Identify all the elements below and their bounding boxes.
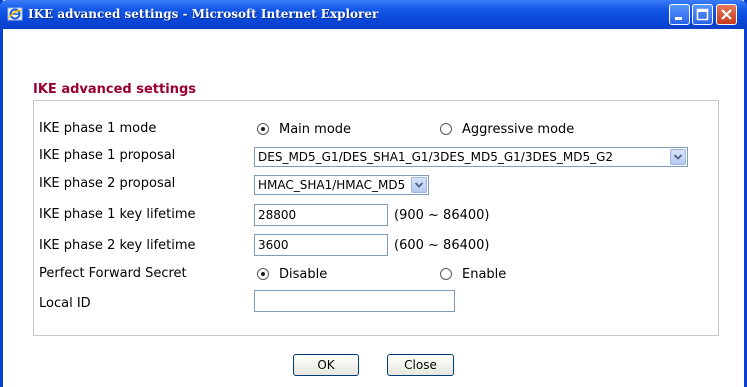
ie-icon [7, 6, 23, 22]
phase1-proposal-select[interactable]: DES_MD5_G1/DES_SHA1_G1/3DES_MD5_G1/3DES_… [254, 147, 688, 167]
aggressive-mode-radio[interactable] [440, 123, 452, 135]
phase2-lifetime-input[interactable]: 3600 [254, 234, 388, 256]
phase1-lifetime-hint: (900 ~ 86400) [394, 208, 490, 223]
phase1-lifetime-input[interactable]: 28800 [254, 204, 388, 226]
phase1-proposal-value: DES_MD5_G1/DES_SHA1_G1/3DES_MD5_G1/3DES_… [258, 150, 614, 164]
maximize-button[interactable] [692, 4, 713, 25]
phase2-proposal-value: HMAC_SHA1/HMAC_MD5 [258, 178, 406, 192]
dialog-window: IKE advanced settings - Microsoft Intern… [0, 0, 747, 387]
pfs-label: Perfect Forward Secret [39, 266, 187, 281]
phase1-lifetime-label: IKE phase 1 key lifetime [39, 207, 196, 222]
ok-button[interactable]: OK [293, 354, 359, 376]
phase2-proposal-label: IKE phase 2 proposal [39, 176, 176, 191]
maximize-icon [696, 8, 709, 21]
minimize-button[interactable] [669, 4, 690, 25]
local-id-label: Local ID [39, 296, 91, 311]
title-bar[interactable]: IKE advanced settings - Microsoft Intern… [0, 0, 747, 29]
chevron-down-icon [411, 177, 427, 193]
phase1-proposal-label: IKE phase 1 proposal [39, 148, 176, 163]
aggressive-mode-label[interactable]: Aggressive mode [462, 122, 574, 137]
local-id-input[interactable] [254, 290, 455, 312]
phase2-lifetime-value: 3600 [258, 238, 289, 252]
window-title: IKE advanced settings - Microsoft Intern… [28, 7, 379, 21]
main-mode-label[interactable]: Main mode [279, 122, 351, 137]
phase2-proposal-select[interactable]: HMAC_SHA1/HMAC_MD5 [254, 175, 429, 195]
close-icon [721, 9, 732, 20]
phase1-mode-label: IKE phase 1 mode [39, 121, 157, 136]
pfs-disable-label[interactable]: Disable [279, 267, 327, 282]
chevron-down-icon [670, 149, 686, 165]
section-heading: IKE advanced settings [33, 82, 196, 97]
pfs-enable-radio[interactable] [440, 268, 452, 280]
minimize-icon [675, 17, 682, 20]
pfs-disable-radio[interactable] [257, 268, 269, 280]
phase1-lifetime-value: 28800 [258, 208, 297, 222]
phase2-lifetime-label: IKE phase 2 key lifetime [39, 238, 196, 253]
close-window-button[interactable] [716, 4, 737, 25]
phase2-lifetime-hint: (600 ~ 86400) [394, 238, 490, 253]
pfs-enable-label[interactable]: Enable [462, 267, 506, 282]
close-button[interactable]: Close [387, 354, 454, 376]
main-mode-radio[interactable] [257, 123, 269, 135]
